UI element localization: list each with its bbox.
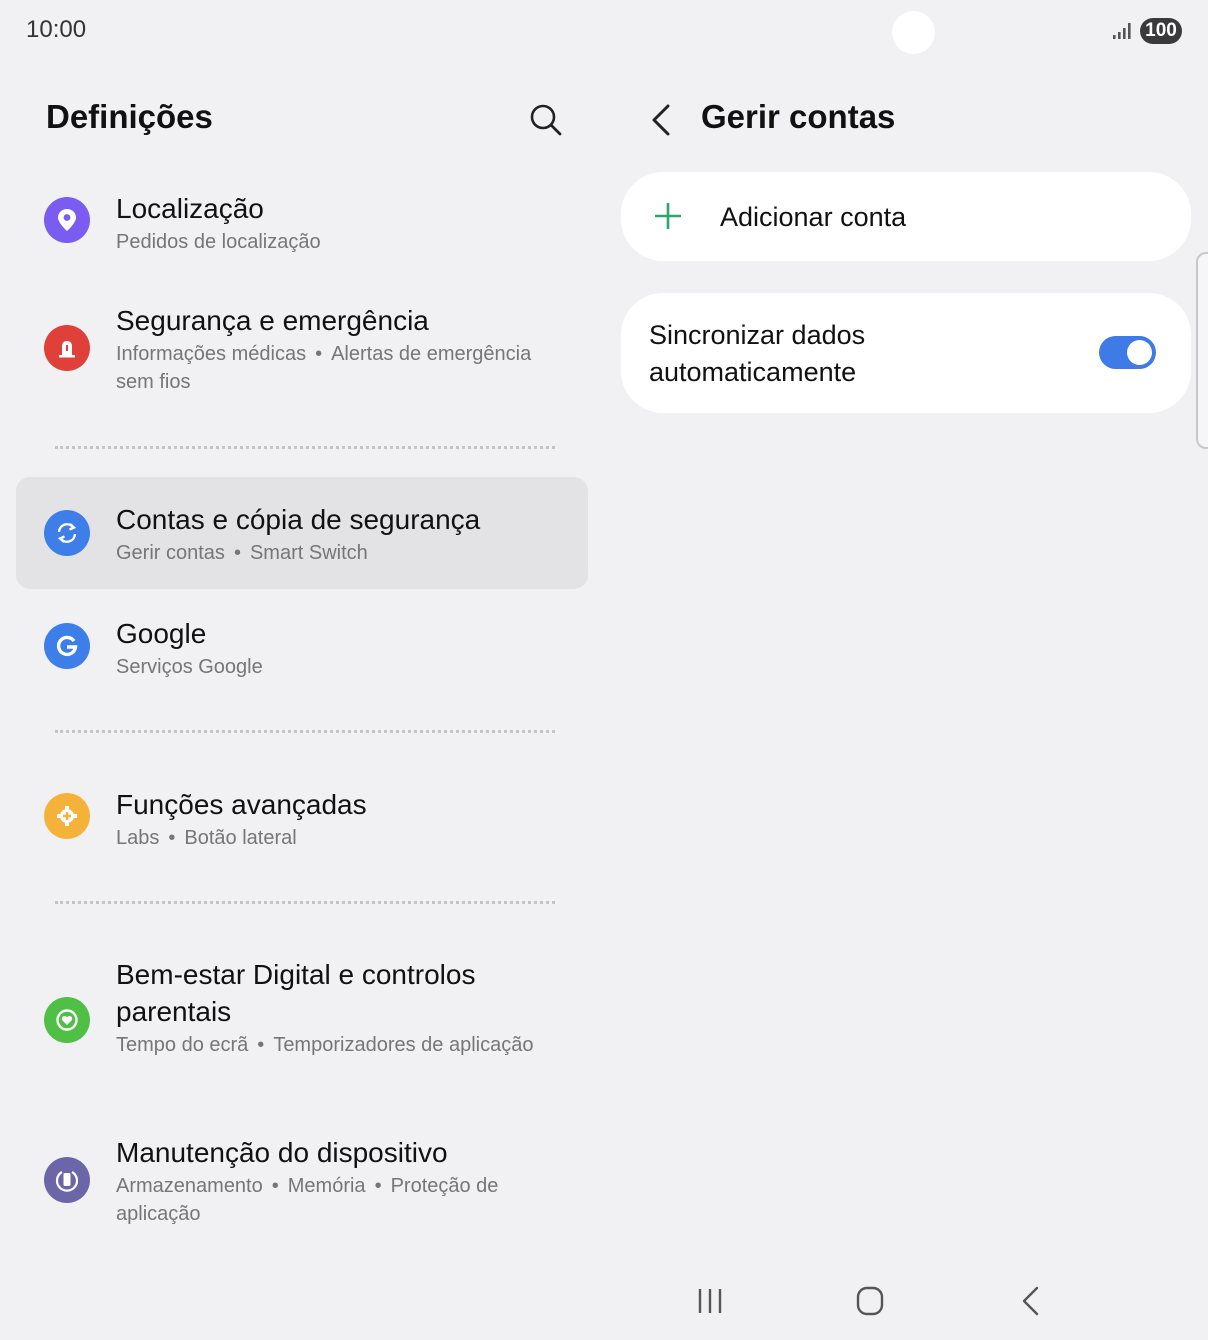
section-divider	[55, 901, 555, 904]
section-divider	[55, 730, 555, 733]
sync-icon	[44, 510, 90, 556]
item-title: Contas e cópia de segurança	[116, 504, 481, 535]
add-account-label: Adicionar conta	[720, 202, 907, 232]
item-subtitle: Pedidos de localização	[116, 231, 321, 253]
item-subtitle: Labs • Botão lateral	[116, 827, 297, 849]
settings-item-location[interactable]: Localização Pedidos de localização	[16, 180, 588, 270]
item-title: Manutenção do dispositivo	[116, 1137, 448, 1168]
signal-icon	[1113, 23, 1131, 39]
heart-circle-icon	[44, 997, 90, 1043]
settings-item-google[interactable]: Google Serviços Google	[16, 605, 588, 695]
page-title: Definições	[46, 98, 213, 135]
item-subtitle: Tempo do ecrã • Temporizadores de aplicaçã…	[116, 1034, 534, 1056]
settings-item-advanced-features[interactable]: Funções avançadas Labs • Botão lateral	[16, 776, 588, 866]
auto-sync-label: Sincronizar dados automaticamente	[649, 320, 866, 387]
item-title: Segurança e emergência	[116, 305, 429, 336]
detail-title: Gerir contas	[701, 98, 896, 135]
toggle-knob	[1127, 340, 1152, 365]
back-arrow-icon[interactable]	[644, 100, 680, 140]
item-title: Funções avançadas	[116, 789, 367, 820]
item-subtitle: Armazenamento • Memória • Proteção de aplica…	[116, 1175, 499, 1225]
auto-sync-row[interactable]: Sincronizar dados automaticamente	[621, 293, 1191, 413]
pane-resize-handle[interactable]	[1196, 252, 1208, 449]
battery-indicator: 100	[1140, 18, 1182, 44]
gear-plus-icon	[44, 793, 90, 839]
plus-icon	[655, 203, 681, 229]
device-care-icon	[44, 1157, 90, 1203]
home-icon[interactable]	[850, 1283, 890, 1319]
add-account-button[interactable]: Adicionar conta	[621, 172, 1191, 261]
auto-sync-toggle[interactable]	[1099, 336, 1156, 369]
status-time: 10:00	[26, 16, 87, 43]
back-icon[interactable]	[1010, 1283, 1050, 1319]
front-camera	[892, 11, 935, 54]
item-title: Google	[116, 618, 207, 649]
google-g-icon	[44, 623, 90, 669]
settings-item-digital-wellbeing[interactable]: Bem-estar Digital e controlos parentais …	[16, 946, 588, 1096]
location-pin-icon	[44, 197, 90, 243]
item-title: Bem-estar Digital e controlos parentais	[116, 959, 476, 1027]
settings-item-safety[interactable]: Segurança e emergência Informações médic…	[16, 290, 588, 408]
siren-icon	[44, 325, 90, 371]
search-icon[interactable]	[526, 100, 566, 140]
item-subtitle: Gerir contas • Smart Switch	[116, 542, 368, 564]
settings-item-device-care[interactable]: Manutenção do dispositivo Armazenamento •…	[16, 1124, 588, 1244]
item-subtitle: Informações médicas • Alertas de emergênci…	[116, 343, 532, 393]
settings-item-accounts-backup[interactable]: Contas e cópia de segurança Gerir contas…	[16, 477, 588, 589]
item-title: Localização	[116, 193, 264, 224]
recents-icon[interactable]	[690, 1283, 730, 1319]
item-subtitle: Serviços Google	[116, 656, 263, 678]
section-divider	[55, 446, 555, 449]
